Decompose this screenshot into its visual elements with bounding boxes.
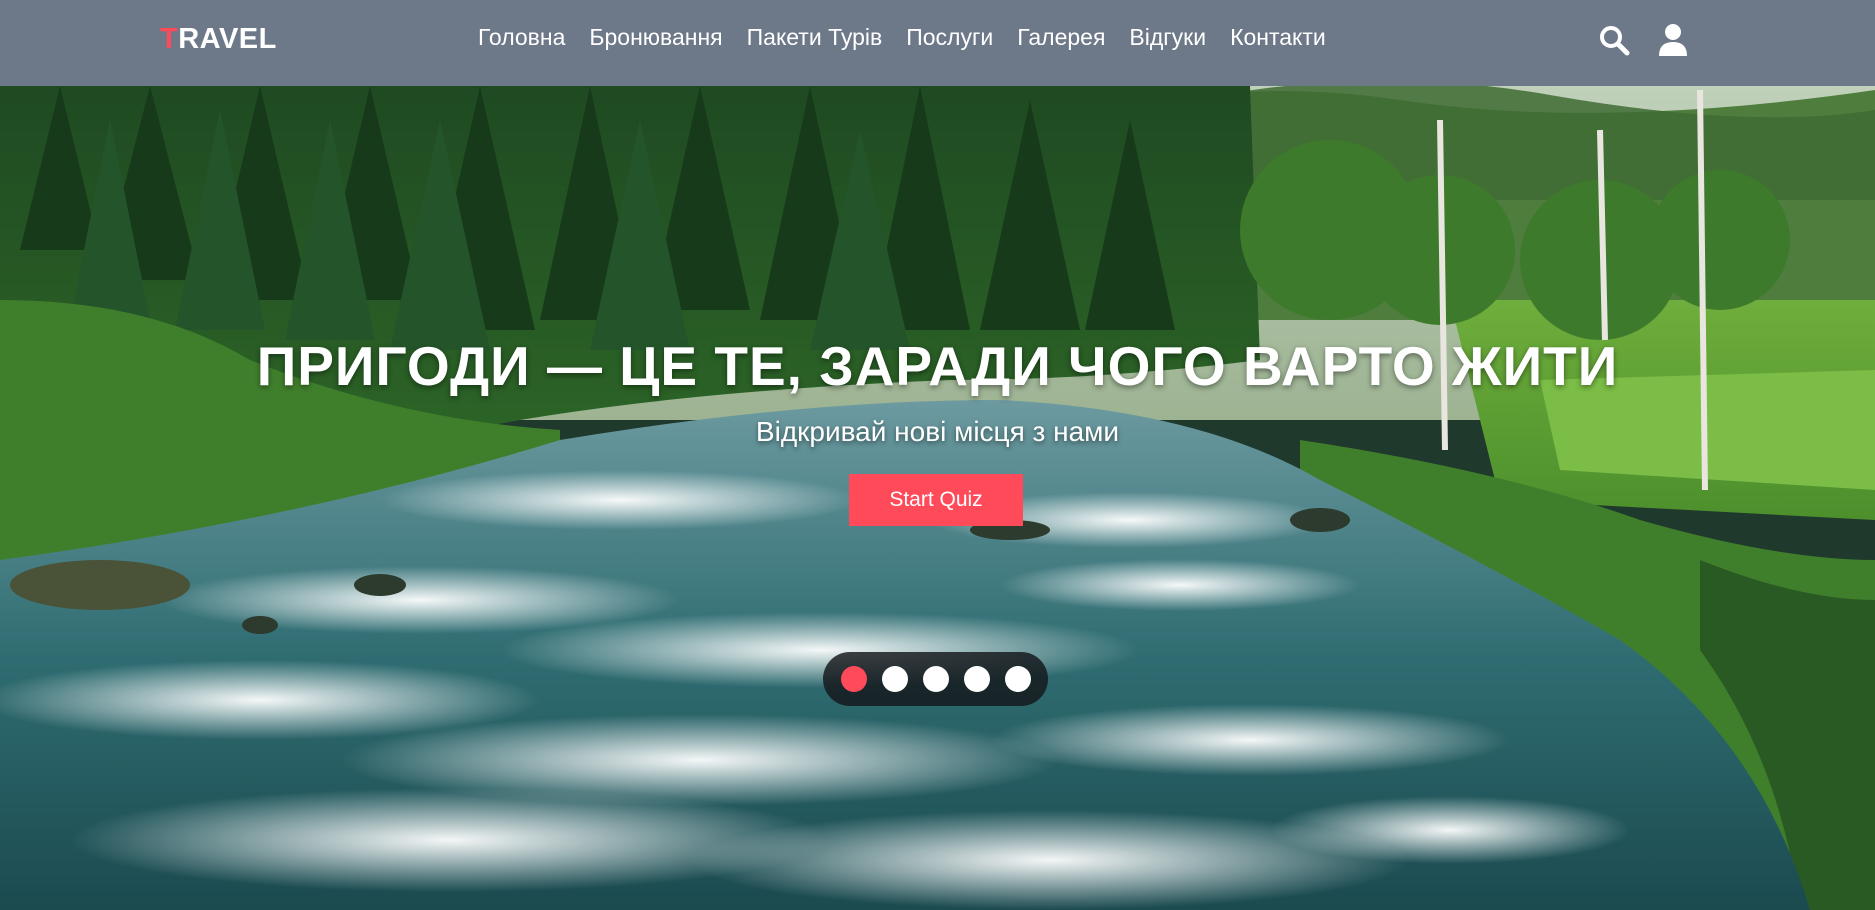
slider-dots [823, 652, 1048, 706]
slider-dot[interactable] [840, 666, 867, 692]
hero-background-image [0, 0, 1875, 910]
hero-subtitle: Відкривай нові місця з нами [755, 416, 1120, 447]
logo-first-letter: T [160, 23, 179, 55]
slider-dot[interactable] [881, 666, 908, 692]
nav-item-reviews[interactable]: Відгуки [1129, 24, 1206, 51]
nav-item-contacts[interactable]: Контакти [1230, 24, 1326, 51]
user-icon [1659, 24, 1687, 56]
main-nav: Головна Бронювання Пакети Турів Послуги … [478, 24, 1326, 51]
site-header: TRAVEL Головна Бронювання Пакети Турів П… [0, 0, 1875, 86]
hero-title: ПРИГОДИ — ЦЕ ТЕ, ЗАРАДИ ЧОГО ВАРТО ЖИТИ [256, 335, 1619, 397]
landscape-illustration [0, 0, 1875, 910]
nav-item-services[interactable]: Послуги [906, 24, 993, 51]
nav-item-booking[interactable]: Бронювання [589, 24, 722, 51]
slider-dot[interactable] [1004, 666, 1031, 692]
search-icon [1600, 26, 1630, 56]
slider-dot[interactable] [922, 666, 949, 692]
search-button[interactable] [1596, 22, 1632, 58]
nav-item-gallery[interactable]: Галерея [1017, 24, 1105, 51]
start-quiz-button[interactable]: Start Quiz [849, 474, 1023, 526]
nav-item-tour-packages[interactable]: Пакети Турів [747, 24, 883, 51]
slider-dot[interactable] [963, 666, 990, 692]
nav-item-home[interactable]: Головна [478, 24, 565, 51]
site-logo[interactable]: TRAVEL [160, 23, 277, 56]
logo-text: RAVEL [178, 23, 277, 55]
user-account-button[interactable] [1655, 22, 1691, 58]
